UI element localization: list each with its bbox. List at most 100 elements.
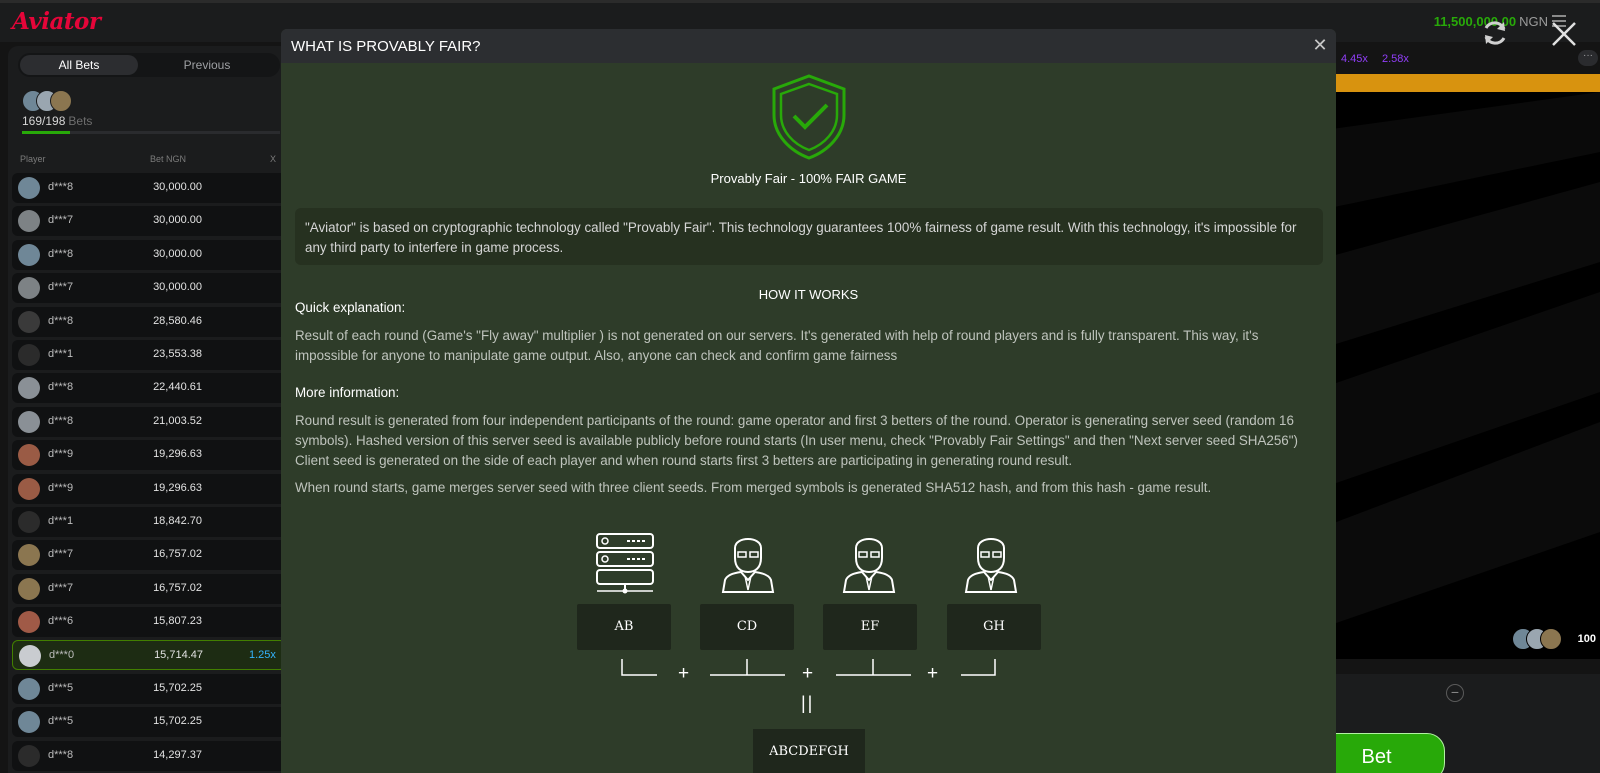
game-area: 4.45x 2.58x ··· 100 − Bet (1290, 46, 1600, 773)
server-icon (596, 533, 654, 594)
player-avatar (18, 510, 40, 533)
more-history-icon[interactable]: ··· (1578, 50, 1598, 66)
column-player: Player (20, 154, 46, 164)
history-multiplier[interactable]: 4.45x (1341, 53, 1368, 65)
bet-amount: 23,553.38 (153, 347, 202, 360)
player-name: d***6 (48, 615, 74, 628)
player-name: d***8 (48, 414, 74, 427)
player-name: d***8 (48, 381, 74, 394)
bet-row: d***7 30,000.00 (12, 206, 286, 237)
quick-explanation-title: Quick explanation: (295, 300, 406, 315)
flight-players-count: 100 (1577, 633, 1596, 645)
bettor-avatars (22, 90, 82, 112)
merge-explanation-text: When round starts, game merges server se… (295, 480, 1212, 495)
close-game-icon[interactable] (1548, 18, 1580, 50)
bet-amount: 15,714.47 (154, 649, 203, 662)
reload-icon[interactable] (1480, 18, 1510, 48)
column-bet: Bet NGN (150, 154, 187, 164)
player-avatar (19, 645, 41, 668)
bet-amount: 15,807.23 (153, 615, 202, 628)
tab-previous[interactable]: Previous (148, 53, 266, 77)
bet-amount: 21,003.52 (153, 414, 202, 427)
bet-row: d***8 21,003.52 (12, 406, 286, 437)
bet-row: d***7 16,757.02 (12, 573, 286, 604)
seed-box: AB (577, 604, 671, 650)
merged-result-box: ABCDEFGH (753, 729, 865, 773)
background-rays (1310, 92, 1600, 632)
bet-amount: 18,842.70 (153, 514, 202, 527)
player-name: d***1 (48, 514, 74, 527)
balance-currency: NGN (1519, 14, 1548, 29)
provably-fair-modal: WHAT IS PROVABLY FAIR? ✕ Provably Fair -… (281, 29, 1336, 773)
player-avatar (18, 711, 40, 734)
player-avatar (18, 310, 40, 333)
bet-amount: 28,580.46 (153, 314, 202, 327)
bets-count: 169/198 Bets (22, 114, 92, 128)
player-name: d***7 (48, 281, 74, 294)
remove-bet-panel-button[interactable]: − (1446, 684, 1464, 702)
player-name: d***7 (48, 581, 74, 594)
player-avatar (18, 343, 40, 366)
player-name: d***5 (48, 681, 74, 694)
more-information-text: Round result is generated from four inde… (295, 413, 1298, 468)
bet-amount: 30,000.00 (153, 247, 202, 260)
seed-box: EF (823, 604, 917, 650)
bet-row: d***6 15,807.23 (12, 607, 286, 638)
how-it-works-title: HOW IT WORKS (758, 287, 859, 302)
equals-sign: || (801, 693, 815, 713)
aviator-logo: Aviator (12, 8, 101, 35)
bets-tabs: All Bets Previous (18, 53, 280, 77)
cashout-multiplier: 1.25x (249, 649, 276, 662)
bets-list: d***8 30,000.00 d***7 30,000.00 d***8 30,000.… (8, 173, 290, 773)
fair-game-title: Provably Fair - 100% FAIR GAME (710, 171, 907, 186)
bet-amount: 30,000.00 (153, 281, 202, 294)
close-icon[interactable]: ✕ (1312, 36, 1328, 54)
quick-explanation-text: Result of each round (Game's "Fly away" … (295, 328, 1259, 363)
bet-amount: 19,296.63 (153, 481, 202, 494)
bet-amount: 19,296.63 (153, 448, 202, 461)
player-avatar (18, 177, 40, 199)
bet-row: d***7 16,757.02 (12, 540, 286, 571)
player-avatar (18, 377, 40, 400)
bet-amount: 15,702.25 (153, 681, 202, 694)
plus-sign: + (802, 663, 814, 684)
tab-all-bets[interactable]: All Bets (20, 55, 138, 75)
player-name: d***8 (48, 181, 74, 193)
multiplier-history: 4.45x 2.58x ··· (1290, 50, 1600, 68)
bet-row: d***8 28,580.46 (12, 306, 286, 337)
bets-panel: All Bets Previous 169/198 Bets Player Bet… (8, 46, 290, 773)
player-name: d***8 (48, 247, 74, 260)
player-name: d***9 (48, 481, 74, 494)
player-name: d***0 (49, 649, 75, 662)
bet-amount: 16,757.02 (153, 548, 202, 561)
player-name: d***5 (48, 715, 74, 728)
bets-progress-bar (22, 131, 280, 134)
player-avatar (18, 477, 40, 500)
player-avatar (18, 410, 40, 433)
bet-row: d***8 30,000.00 (12, 173, 286, 203)
column-x: X (270, 154, 277, 164)
player-avatar (18, 444, 40, 467)
flight-canvas (1310, 74, 1600, 659)
bet-row: d***8 22,440.61 (12, 373, 286, 404)
bet-row: d***1 18,842.70 (12, 506, 286, 537)
bet-row: d***5 15,702.25 (12, 707, 286, 738)
bet-amount: 15,702.25 (153, 715, 202, 728)
player-icon (842, 538, 896, 593)
history-multiplier[interactable]: 2.58x (1382, 53, 1409, 65)
bet-row: d***9 19,296.63 (12, 440, 286, 471)
player-avatar (18, 243, 40, 266)
bet-row: d***8 30,000.00 (12, 239, 286, 270)
seed-box: GH (947, 604, 1041, 650)
seed-box: CD (700, 604, 794, 650)
player-name: d***8 (48, 748, 74, 761)
player-name: d***8 (48, 314, 74, 327)
player-name: d***1 (48, 347, 74, 360)
player-icon (964, 538, 1018, 593)
bets-count-value: 169/198 (22, 114, 66, 128)
player-name: d***7 (48, 548, 74, 561)
bet-amount: 22,440.61 (153, 381, 202, 394)
bet-amount: 16,757.02 (153, 581, 202, 594)
player-name: d***7 (48, 214, 74, 227)
bet-row: d***5 15,702.25 (12, 673, 286, 704)
